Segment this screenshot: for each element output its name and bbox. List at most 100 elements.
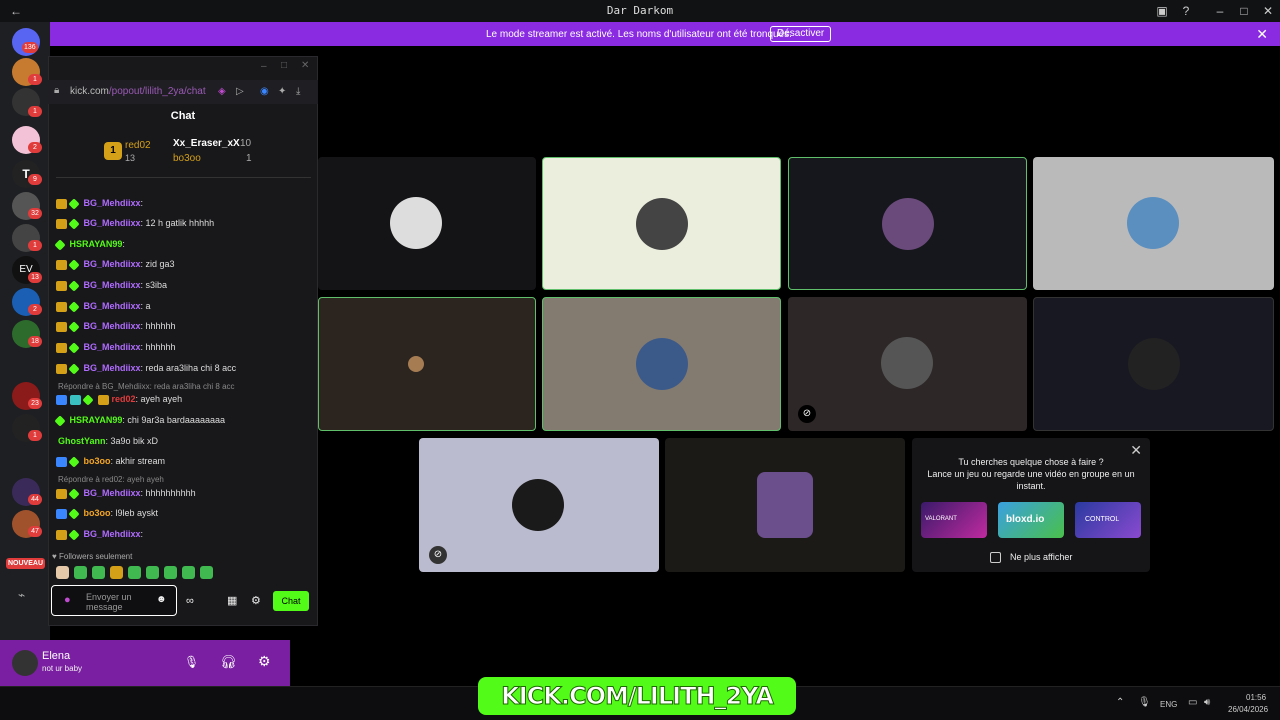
video-tile[interactable]: [1033, 297, 1274, 431]
activity-promo: ✕ Tu cherches quelque chose à faire ? Lan…: [912, 438, 1150, 572]
user-panel: Elena not ur baby 🎙︎ 🎧︎ ⚙: [0, 640, 290, 686]
extension-icon[interactable]: ✦: [278, 86, 286, 97]
video-tile[interactable]: [1033, 157, 1274, 290]
emote[interactable]: [200, 566, 213, 579]
promo-line: Lance un jeu ou regarde une vidéo en gro…: [927, 469, 1135, 491]
banner-message: Le mode streamer est activé. Les noms d'…: [486, 29, 792, 40]
username[interactable]: BG_Mehdiixx: [84, 198, 141, 208]
username[interactable]: BG_Mehdiixx: [84, 488, 141, 498]
emote-bar: [56, 566, 256, 582]
store-icon[interactable]: ▦: [227, 594, 237, 607]
chat-message: bo3oo: akhir stream: [56, 455, 166, 468]
leaderboard: 1 red02 13 Xx_Eraser_xX 10 bo3oo 1: [100, 136, 270, 172]
network-icon[interactable]: ▭: [1188, 697, 1197, 708]
settings-icon[interactable]: ⚙: [251, 594, 261, 607]
username[interactable]: red02: [112, 394, 136, 404]
username[interactable]: BG_Mehdiixx: [84, 280, 141, 290]
pocket-icon[interactable]: ◈: [218, 86, 226, 97]
promo-text: Tu cherches quelque chose à faire ? Lance…: [922, 456, 1140, 492]
close-window-icon[interactable]: ✕: [1260, 3, 1276, 19]
username[interactable]: BG_Mehdiixx: [84, 529, 141, 539]
send-chat-button[interactable]: Chat: [273, 591, 309, 611]
leader-name: red02: [125, 140, 151, 151]
user-settings-icon[interactable]: ⚙: [258, 653, 271, 670]
video-tile[interactable]: [318, 297, 536, 431]
chat-message: red02: ayeh ayeh: [56, 393, 183, 406]
volume-icon[interactable]: 🔊︎: [1204, 697, 1210, 708]
video-tile[interactable]: [542, 157, 781, 290]
username[interactable]: BG_Mehdiixx: [84, 342, 141, 352]
emote[interactable]: [164, 566, 177, 579]
message-text: : hhhhhh: [140, 321, 176, 331]
avatar: [636, 338, 688, 390]
emote[interactable]: [110, 566, 123, 579]
username[interactable]: BG_Mehdiixx: [84, 301, 141, 311]
chat-message: BG_Mehdiixx: hhhhhh: [56, 320, 176, 333]
emote[interactable]: [74, 566, 87, 579]
badge: 1: [28, 106, 42, 117]
chat-message: BG_Mehdiixx:: [56, 197, 144, 210]
maximize-icon[interactable]: □: [1236, 3, 1252, 19]
tray-arrow-icon[interactable]: ⌃: [1116, 697, 1124, 708]
username[interactable]: HSRAYAN99: [70, 239, 123, 249]
chat-input[interactable]: ● Envoyer un message ☻: [51, 585, 177, 616]
close-banner-icon[interactable]: ✕: [1256, 26, 1268, 43]
headphones-icon[interactable]: 🎧︎: [220, 654, 237, 670]
rss-icon[interactable]: ⌁: [18, 588, 25, 602]
reply-reference[interactable]: Répondre à BG_Mehdiixx: reda ara3liha ch…: [58, 382, 235, 391]
video-tile[interactable]: [542, 297, 781, 431]
video-tile[interactable]: [665, 438, 905, 572]
dont-show-checkbox[interactable]: [990, 552, 1001, 563]
promo-line: Tu cherches quelque chose à faire ?: [958, 457, 1104, 467]
mic-icon[interactable]: ●: [64, 594, 71, 606]
followers-only-notice: ♥ Followers seulement: [52, 552, 132, 561]
emote[interactable]: [146, 566, 159, 579]
mic-tray-icon[interactable]: 🎙︎: [1138, 697, 1151, 708]
maximize-icon[interactable]: □: [281, 60, 287, 71]
inbox-icon[interactable]: ▣: [1154, 3, 1170, 19]
download-icon[interactable]: ⤓: [296, 86, 300, 97]
video-tile[interactable]: ⊘: [788, 297, 1027, 431]
emote[interactable]: [128, 566, 141, 579]
url-text: kick.com/popout/lilith_2ya/chat: [70, 86, 206, 97]
game-control[interactable]: CONTROL: [1075, 502, 1141, 538]
avatar[interactable]: [12, 650, 38, 676]
close-icon[interactable]: ✕: [301, 60, 309, 71]
reply-reference[interactable]: Répondre à red02: ayeh ayeh: [58, 475, 164, 484]
message-text: :: [140, 198, 144, 208]
language-indicator[interactable]: ENG: [1160, 700, 1177, 709]
username[interactable]: BG_Mehdiixx: [84, 218, 141, 228]
help-icon[interactable]: ?: [1178, 3, 1194, 19]
message-text: :: [140, 529, 144, 539]
microphone-icon[interactable]: 🎙︎: [184, 655, 199, 669]
minimize-icon[interactable]: –: [1212, 3, 1228, 19]
game-bloxd[interactable]: bloxd.io: [998, 502, 1064, 538]
audio-icon[interactable]: ◉: [260, 86, 269, 97]
username[interactable]: GhostYann: [58, 436, 106, 446]
game-valorant[interactable]: VALORANT: [921, 502, 987, 538]
emote[interactable]: [56, 566, 69, 579]
url-bar[interactable]: 🔒︎ kick.com/popout/lilith_2ya/chat ◈ ▷ ◉…: [48, 80, 318, 104]
message-text: : akhir stream: [110, 456, 166, 466]
username[interactable]: BG_Mehdiixx: [84, 259, 141, 269]
disable-button[interactable]: Désactiver: [770, 26, 832, 42]
message-text: : ayeh ayeh: [135, 394, 183, 404]
video-tile[interactable]: ⊘: [419, 438, 659, 572]
avatar: [636, 198, 688, 250]
camera-off-icon: ⊘: [798, 405, 816, 423]
username[interactable]: BG_Mehdiixx: [84, 363, 141, 373]
username[interactable]: HSRAYAN99: [70, 415, 123, 425]
username[interactable]: bo3oo: [84, 456, 111, 466]
badge: 1: [28, 74, 42, 85]
play-icon[interactable]: ▷: [236, 86, 244, 97]
emote[interactable]: [182, 566, 195, 579]
infinity-icon[interactable]: ∞: [186, 595, 194, 607]
video-tile[interactable]: [318, 157, 536, 290]
video-tile[interactable]: [788, 157, 1027, 290]
minimize-icon[interactable]: –: [261, 61, 267, 72]
chat-title: Chat: [170, 110, 196, 122]
emote[interactable]: [92, 566, 105, 579]
username[interactable]: bo3oo: [84, 508, 111, 518]
emoji-icon[interactable]: ☻: [156, 594, 167, 605]
username[interactable]: BG_Mehdiixx: [84, 321, 141, 331]
